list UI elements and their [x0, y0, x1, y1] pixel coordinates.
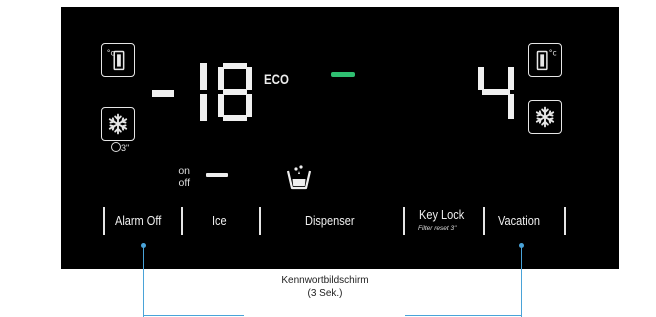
freezer-thermometer-icon: °c [107, 48, 125, 71]
separator [181, 207, 183, 235]
svg-text:°c: °c [107, 48, 115, 57]
freezer-temperature-button[interactable]: °c [101, 43, 135, 77]
digit-four [478, 63, 514, 121]
callout-dot-right [519, 243, 524, 248]
eco-indicator-bar [331, 72, 355, 77]
note-line-2: (3 Sek.) [307, 288, 343, 299]
digit-eight [218, 63, 252, 121]
clock-icon [111, 142, 121, 152]
separator [564, 207, 566, 235]
ice-status-dash [206, 173, 228, 177]
quick-freeze-indicator: 3" [111, 142, 129, 153]
glass-water-icon [285, 163, 313, 191]
svg-text:°c: °c [549, 48, 557, 57]
callout-dot-left [141, 243, 146, 248]
dispenser-button[interactable]: Dispenser [305, 214, 355, 228]
quick-freeze-button[interactable] [101, 107, 135, 141]
ice-button[interactable]: Ice [212, 214, 227, 228]
snowflake-icon [108, 113, 128, 135]
minus-sign-digit [152, 85, 174, 97]
key-lock-button[interactable]: Key Lock [419, 208, 464, 222]
eco-label: ECO [264, 71, 289, 87]
on-off-indicator: on off [166, 165, 190, 189]
password-screen-note: Kennwortbildschirm (3 Sek.) [250, 274, 400, 300]
alarm-off-button[interactable]: Alarm Off [115, 214, 161, 228]
off-label: off [178, 177, 190, 189]
snowflake-icon [535, 106, 555, 128]
fridge-temperature-button[interactable]: °c [528, 43, 562, 77]
separator [103, 207, 105, 235]
fridge-quick-cool-button[interactable] [528, 100, 562, 134]
quick-freeze-label: 3" [121, 143, 130, 153]
on-label: on [178, 165, 190, 177]
fridge-thermometer-icon: °c [536, 48, 557, 71]
vacation-button[interactable]: Vacation [498, 214, 540, 228]
digit-one [194, 63, 208, 121]
separator [403, 207, 405, 235]
callout-line-right-vertical [521, 244, 522, 317]
filter-reset-label: Filter reset 3" [418, 225, 457, 232]
callout-line-left-vertical [143, 244, 144, 317]
separator [259, 207, 261, 235]
separator [483, 207, 485, 235]
note-line-1: Kennwortbildschirm [281, 275, 369, 286]
